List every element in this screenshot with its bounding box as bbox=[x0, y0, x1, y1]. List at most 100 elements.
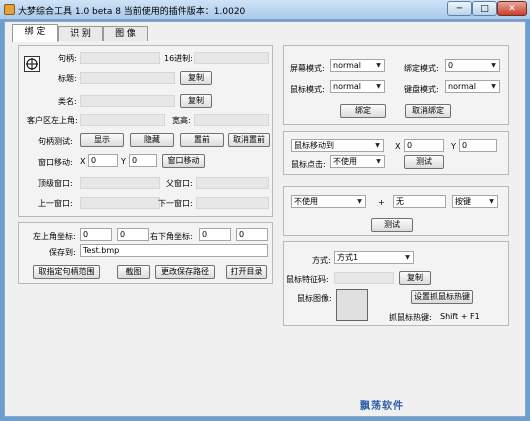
key-type-value: 按键 bbox=[455, 197, 471, 206]
mouse-x-label: X bbox=[395, 142, 401, 151]
chevron-down-icon: ▼ bbox=[491, 83, 496, 90]
mouse-image-label: 鼠标图像: bbox=[297, 294, 332, 303]
bottom-right-label: 右下角坐标: bbox=[150, 232, 193, 241]
keypad-mode-select[interactable]: normal ▼ bbox=[445, 80, 500, 93]
close-button[interactable]: ✕ bbox=[497, 1, 527, 16]
mouse-y-input[interactable]: 0 bbox=[459, 139, 497, 152]
tab-bind[interactable]: 绑 定 bbox=[12, 24, 58, 42]
save-path-input[interactable]: Test.bmp bbox=[80, 244, 268, 257]
watermark: 飘荡软件 bbox=[360, 401, 404, 412]
key-input[interactable]: 无 bbox=[393, 195, 446, 208]
unbind-button[interactable]: 取消绑定 bbox=[405, 104, 451, 118]
top-left-label: 左上角坐标: bbox=[33, 232, 76, 241]
mouse-test-button[interactable]: 测试 bbox=[404, 155, 444, 169]
change-path-button[interactable]: 更改保存路径 bbox=[155, 265, 215, 279]
hotkey-label: 抓鼠标热键: bbox=[389, 313, 432, 322]
top-window-label: 顶级窗口: bbox=[38, 179, 73, 188]
display-mode-value: normal bbox=[333, 61, 362, 70]
hex-field bbox=[194, 52, 269, 64]
client-origin-field bbox=[80, 114, 165, 126]
open-dir-button[interactable]: 打开目录 bbox=[226, 265, 267, 279]
handle-field bbox=[80, 52, 160, 64]
save-to-label: 保存到: bbox=[49, 248, 76, 257]
prev-window-field bbox=[80, 197, 160, 209]
chevron-down-icon: ▼ bbox=[376, 83, 381, 90]
move-y-input[interactable]: 0 bbox=[129, 154, 157, 167]
bottom-right-x-input[interactable]: 0 bbox=[199, 228, 231, 241]
client-origin-label: 客户区左上角: bbox=[27, 116, 78, 125]
mouse-mode-select[interactable]: normal ▼ bbox=[330, 80, 385, 93]
mouse-code-field bbox=[334, 272, 394, 284]
keypad-mode-value: normal bbox=[448, 82, 477, 91]
size-field bbox=[194, 114, 269, 126]
move-label: 窗口移动: bbox=[38, 158, 73, 167]
show-button[interactable]: 显示 bbox=[80, 133, 124, 147]
app-icon bbox=[4, 4, 15, 15]
next-window-field bbox=[196, 197, 269, 209]
window-info-panel bbox=[18, 45, 273, 217]
mouse-click-select[interactable]: 不使用 ▼ bbox=[330, 155, 385, 168]
prev-window-label: 上一窗口: bbox=[38, 199, 73, 208]
class-label: 类名: bbox=[58, 97, 77, 106]
mode-value: 方式1 bbox=[337, 253, 359, 262]
cancel-front-button[interactable]: 取消置前 bbox=[228, 133, 270, 147]
display-mode-label: 屏幕模式: bbox=[290, 64, 325, 73]
move-x-label: X bbox=[80, 157, 86, 166]
title-field bbox=[80, 72, 175, 84]
minimize-button[interactable]: ─ bbox=[447, 1, 472, 16]
mouse-mode-label: 鼠标模式: bbox=[290, 85, 325, 94]
tab-recognize[interactable]: 识 别 bbox=[58, 26, 103, 41]
screenshot-button[interactable]: 截图 bbox=[117, 265, 150, 279]
class-field bbox=[80, 95, 175, 107]
title-label: 标题: bbox=[58, 74, 77, 83]
tab-image[interactable]: 图 像 bbox=[103, 26, 148, 41]
mouse-x-input[interactable]: 0 bbox=[404, 139, 444, 152]
hotkey-value: Shift + F1 bbox=[440, 312, 480, 321]
move-y-label: Y bbox=[121, 157, 126, 166]
chevron-down-icon: ▼ bbox=[489, 198, 494, 205]
copy-title-button[interactable]: 复制 bbox=[180, 71, 212, 85]
top-left-y-input[interactable]: 0 bbox=[117, 228, 149, 241]
mouse-code-label: 鼠标特征码: bbox=[286, 275, 329, 284]
mouse-mode-value: normal bbox=[333, 82, 362, 91]
move-x-input[interactable]: 0 bbox=[88, 154, 118, 167]
chevron-down-icon: ▼ bbox=[375, 142, 380, 149]
bind-button[interactable]: 绑定 bbox=[340, 104, 386, 118]
mouse-click-value: 不使用 bbox=[333, 157, 357, 166]
mouse-y-label: Y bbox=[451, 142, 456, 151]
key-type-select[interactable]: 按键 ▼ bbox=[452, 195, 498, 208]
handle-test-label: 句柄测试: bbox=[38, 137, 73, 146]
bind-mode-select[interactable]: 0 ▼ bbox=[445, 59, 500, 72]
display-mode-select[interactable]: normal ▼ bbox=[330, 59, 385, 72]
get-handle-range-button[interactable]: 取指定句柄范围 bbox=[33, 265, 100, 279]
bottom-right-y-input[interactable]: 0 bbox=[236, 228, 268, 241]
copy-class-button[interactable]: 复制 bbox=[180, 94, 212, 108]
crosshair-icon[interactable] bbox=[24, 56, 40, 72]
modifier-select[interactable]: 不使用 ▼ bbox=[291, 195, 366, 208]
handle-label: 句柄: bbox=[58, 54, 77, 63]
window-title: 大梦综合工具 1.0 beta 8 当前使用的插件版本：1.0020 bbox=[18, 7, 246, 17]
hex-label: 16进制: bbox=[164, 54, 193, 63]
mouse-image-box bbox=[336, 289, 368, 321]
chevron-down-icon: ▼ bbox=[376, 158, 381, 165]
mode-select[interactable]: 方式1 ▼ bbox=[334, 251, 414, 264]
top-left-x-input[interactable]: 0 bbox=[80, 228, 112, 241]
top-window-field bbox=[80, 177, 160, 189]
chevron-down-icon: ▼ bbox=[491, 62, 496, 69]
key-test-button[interactable]: 测试 bbox=[371, 218, 413, 232]
copy-code-button[interactable]: 复制 bbox=[399, 271, 431, 285]
bring-front-button[interactable]: 置前 bbox=[180, 133, 224, 147]
maximize-button[interactable]: □ bbox=[472, 1, 497, 16]
bind-mode-label: 绑定模式: bbox=[404, 64, 439, 73]
mouse-click-label: 鼠标点击: bbox=[291, 160, 326, 169]
plus-label: + bbox=[378, 198, 385, 207]
set-hotkey-button[interactable]: 设置抓鼠标热键 bbox=[411, 290, 473, 304]
keypad-mode-label: 键盘模式: bbox=[404, 85, 439, 94]
parent-window-field bbox=[196, 177, 269, 189]
mouse-action-select[interactable]: 鼠标移动到 ▼ bbox=[291, 139, 384, 152]
modifier-value: 不使用 bbox=[294, 197, 318, 206]
hide-button[interactable]: 隐藏 bbox=[130, 133, 174, 147]
move-window-button[interactable]: 窗口移动 bbox=[162, 154, 205, 168]
chevron-down-icon: ▼ bbox=[376, 62, 381, 69]
parent-window-label: 父窗口: bbox=[166, 179, 193, 188]
